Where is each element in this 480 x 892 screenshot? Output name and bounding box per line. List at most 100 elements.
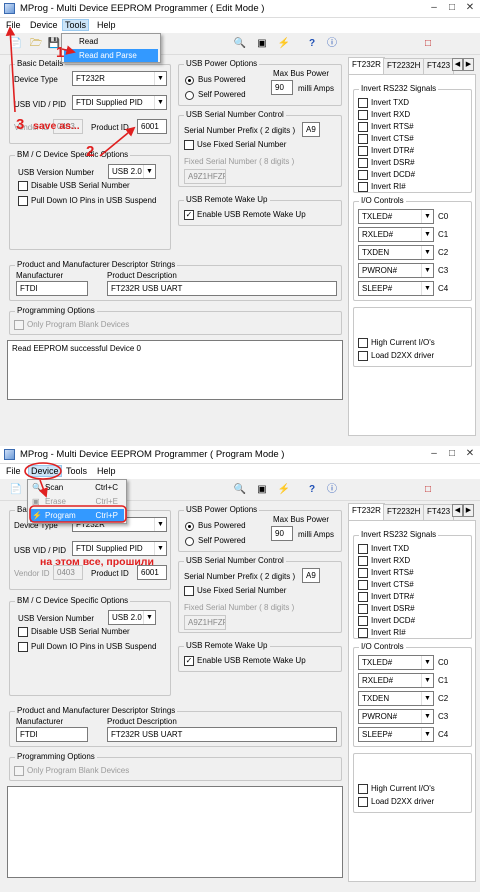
io-c0-select[interactable]: TXLED# ▼ [358, 655, 434, 670]
close-button[interactable]: ✕ [463, 2, 477, 15]
invert-txd-checkbox[interactable]: Invert TXD [358, 98, 409, 109]
about-icon[interactable]: ⓘ [324, 36, 340, 52]
self-powered-radio[interactable]: Self Powered [185, 536, 246, 547]
invert-dtr-checkbox[interactable]: Invert DTR# [358, 146, 414, 157]
max-power-field[interactable]: 90 [271, 80, 293, 95]
invert-dtr-checkbox[interactable]: Invert DTR# [358, 592, 414, 603]
io-c2-select[interactable]: TXDEN ▼ [358, 691, 434, 706]
product-description-field[interactable]: FT232R USB UART [107, 281, 337, 296]
maximize-button[interactable]: □ [445, 448, 459, 461]
invert-rxd-checkbox[interactable]: Invert RXD [358, 556, 410, 567]
tab-scroll-left-icon[interactable]: ◀ [452, 58, 463, 71]
tab-ft232r[interactable]: FT232R [348, 503, 385, 520]
high-current-checkbox[interactable]: High Current I/O's [358, 784, 435, 795]
menu-device[interactable]: Device [28, 465, 62, 477]
pulldown-checkbox[interactable]: Pull Down IO Pins in USB Suspend [18, 642, 156, 653]
invert-dcd-checkbox[interactable]: Invert DCD# [358, 170, 415, 181]
remote-wake-checkbox[interactable]: ✓ Enable USB Remote Wake Up [184, 210, 306, 221]
tab-scroll-right-icon[interactable]: ▶ [463, 504, 474, 517]
load-d2xx-checkbox[interactable]: Load D2XX driver [358, 797, 434, 808]
vid-pid-select[interactable]: FTDI Supplied PID ▼ [72, 541, 167, 556]
invert-rts-checkbox[interactable]: Invert RTS# [358, 568, 414, 579]
close-button[interactable]: ✕ [463, 448, 477, 461]
new-file-icon[interactable]: 📄 [8, 482, 24, 498]
invert-cts-checkbox[interactable]: Invert CTS# [358, 580, 414, 591]
scan-device-icon[interactable]: ▣ [254, 36, 270, 52]
tab-ft2232h[interactable]: FT2232H [383, 58, 425, 74]
io-c3-select[interactable]: PWRON# ▼ [358, 263, 434, 278]
menu-tools[interactable]: Tools [62, 19, 90, 31]
window-icon[interactable]: □ [420, 36, 436, 52]
io-c3-select[interactable]: PWRON# ▼ [358, 709, 434, 724]
menu-tools[interactable]: Tools [64, 466, 89, 476]
menu-device[interactable]: Device [28, 20, 60, 30]
invert-dsr-checkbox[interactable]: Invert DSR# [358, 158, 415, 169]
invert-txd-checkbox[interactable]: Invert TXD [358, 544, 409, 555]
use-fixed-serial-checkbox[interactable]: Use Fixed Serial Number [184, 586, 286, 597]
about-icon[interactable]: ⓘ [324, 482, 340, 498]
bus-powered-radio[interactable]: Bus Powered [185, 75, 246, 86]
tab-scroll-right-icon[interactable]: ▶ [463, 58, 474, 71]
program-icon[interactable]: ⚡ [276, 36, 292, 52]
tab-ft423[interactable]: FT423 [423, 58, 455, 74]
remote-wake-checkbox[interactable]: ✓ Enable USB Remote Wake Up [184, 656, 306, 667]
product-description-field[interactable]: FT232R USB UART [107, 727, 337, 742]
usb-version-select[interactable]: USB 2.0 ▼ [108, 610, 156, 625]
usb-version-select[interactable]: USB 2.0 ▼ [108, 164, 156, 179]
prefix-field[interactable]: A9 [302, 568, 320, 583]
product-id-field[interactable]: 6001 [137, 119, 167, 134]
disable-serial-checkbox[interactable]: Disable USB Serial Number [18, 181, 130, 192]
manufacturer-field[interactable]: FTDI [16, 727, 88, 742]
device-type-select[interactable]: FT232R ▼ [72, 71, 167, 86]
bus-powered-radio[interactable]: Bus Powered [185, 521, 246, 532]
menu-help[interactable]: Help [95, 466, 118, 476]
io-c4-select[interactable]: SLEEP# ▼ [358, 281, 434, 296]
invert-cts-checkbox[interactable]: Invert CTS# [358, 134, 414, 145]
minimize-button[interactable]: – [427, 448, 441, 461]
menu-item-read[interactable]: Read [64, 35, 158, 48]
program-icon[interactable]: ⚡ [276, 482, 292, 498]
io-c0-select[interactable]: TXLED# ▼ [358, 209, 434, 224]
io-c4-select[interactable]: SLEEP# ▼ [358, 727, 434, 742]
max-power-field[interactable]: 90 [271, 526, 293, 541]
scan-device-icon[interactable]: ▣ [254, 482, 270, 498]
maximize-button[interactable]: □ [445, 2, 459, 15]
help-icon[interactable]: ? [304, 482, 320, 498]
minimize-button[interactable]: – [427, 2, 441, 15]
menu-item-scan[interactable]: 🔍 Scan Ctrl+C [30, 481, 124, 494]
prefix-field[interactable]: A9 [302, 122, 320, 137]
invert-ri-checkbox[interactable]: Invert RI# [358, 182, 406, 193]
tab-ft2232h[interactable]: FT2232H [383, 504, 425, 520]
invert-dsr-checkbox[interactable]: Invert DSR# [358, 604, 415, 615]
search-icon[interactable]: 🔍 [232, 36, 248, 52]
search-icon[interactable]: 🔍 [232, 482, 248, 498]
menu-item-read-and-parse[interactable]: Read and Parse [64, 49, 158, 62]
self-powered-radio[interactable]: Self Powered [185, 90, 246, 101]
help-icon[interactable]: ? [304, 36, 320, 52]
manufacturer-field[interactable]: FTDI [16, 281, 88, 296]
disable-serial-checkbox[interactable]: Disable USB Serial Number [18, 627, 130, 638]
menu-item-erase[interactable]: ▣ Erase Ctrl+E [30, 495, 124, 508]
io-c1-select[interactable]: RXLED# ▼ [358, 227, 434, 242]
new-file-icon[interactable]: 📄 [8, 36, 24, 52]
menu-help[interactable]: Help [95, 20, 118, 30]
invert-ri-checkbox[interactable]: Invert RI# [358, 628, 406, 639]
open-folder-icon[interactable]: 🗁 [28, 36, 44, 52]
high-current-checkbox[interactable]: High Current I/O's [358, 338, 435, 349]
tab-ft232r[interactable]: FT232R [348, 57, 385, 74]
use-fixed-serial-checkbox[interactable]: Use Fixed Serial Number [184, 140, 286, 151]
vid-pid-select[interactable]: FTDI Supplied PID ▼ [72, 95, 167, 110]
tab-scroll-left-icon[interactable]: ◀ [452, 504, 463, 517]
pulldown-checkbox[interactable]: Pull Down IO Pins in USB Suspend [18, 196, 156, 207]
tab-ft423[interactable]: FT423 [423, 504, 455, 520]
load-d2xx-checkbox[interactable]: Load D2XX driver [358, 351, 434, 362]
io-c1-select[interactable]: RXLED# ▼ [358, 673, 434, 688]
io-c2-select[interactable]: TXDEN ▼ [358, 245, 434, 260]
window-icon[interactable]: □ [420, 482, 436, 498]
menu-file[interactable]: File [4, 20, 23, 30]
menu-file[interactable]: File [4, 466, 23, 476]
invert-rts-checkbox[interactable]: Invert RTS# [358, 122, 414, 133]
invert-rxd-checkbox[interactable]: Invert RXD [358, 110, 410, 121]
invert-dcd-checkbox[interactable]: Invert DCD# [358, 616, 415, 627]
menu-item-program[interactable]: ⚡ Program Ctrl+P [30, 509, 124, 522]
